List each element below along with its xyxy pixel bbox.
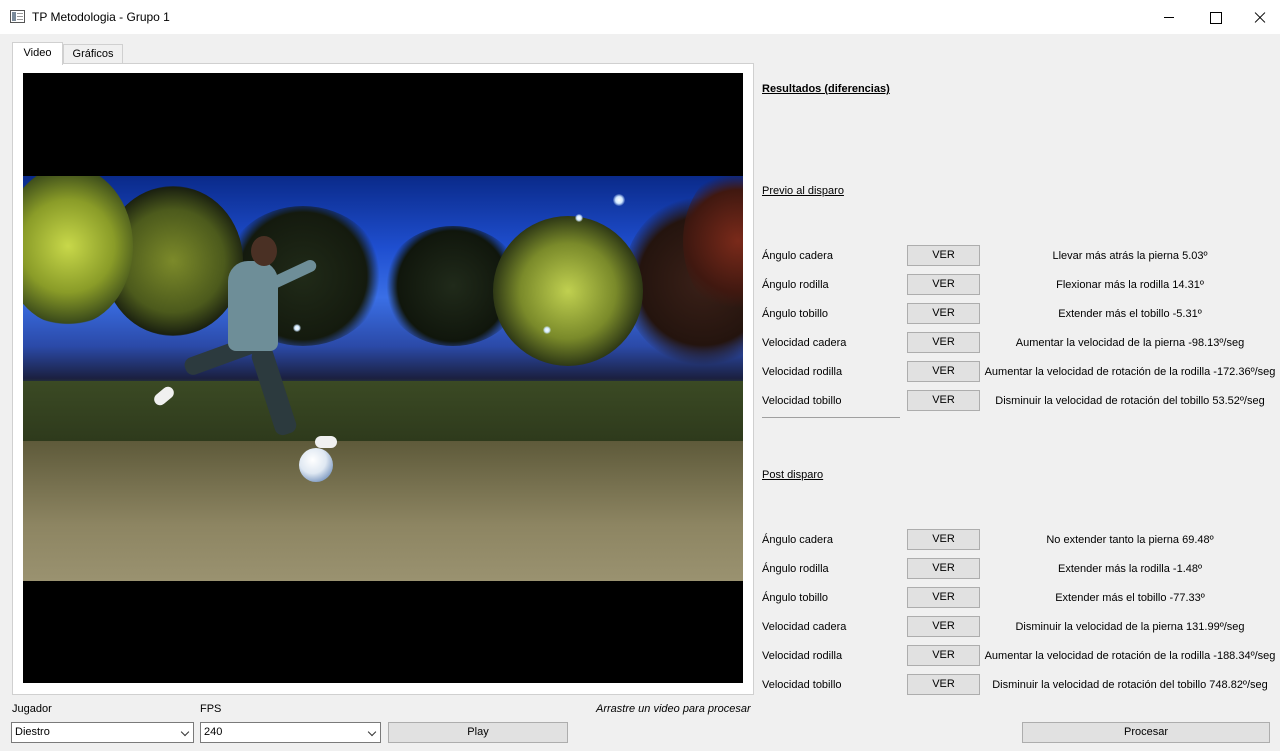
ver-button[interactable]: VER [907, 674, 980, 695]
post-row-result: Aumentar la velocidad de rotación de la … [984, 650, 1276, 662]
post-row-result: Disminuir la velocidad de la pierna 131.… [1015, 621, 1245, 633]
pre-row-result: Disminuir la velocidad de rotación del t… [995, 395, 1265, 407]
ver-button[interactable]: VER [907, 529, 980, 550]
pre-row-result: Flexionar más la rodilla 14.31º [1056, 279, 1204, 291]
ver-button[interactable]: VER [907, 558, 980, 579]
post-row-result: Extender más el tobillo -77.33º [1055, 592, 1205, 604]
window-title: TP Metodologia - Grupo 1 [32, 10, 170, 24]
post-row-label: Ángulo cadera [762, 534, 833, 546]
pre-row-result: Llevar más atrás la pierna 5.03º [1052, 250, 1208, 262]
section-divider [762, 417, 900, 418]
fps-select-value: 240 [204, 726, 223, 738]
pre-row-result: Aumentar la velocidad de rotación de la … [984, 366, 1276, 378]
section-title-post: Post disparo [762, 469, 824, 481]
jugador-label: Jugador [12, 703, 52, 715]
pre-row-label: Velocidad rodilla [762, 366, 843, 378]
video-frame-image [23, 176, 743, 581]
chevron-down-icon [367, 727, 377, 737]
fps-select[interactable]: 240 [200, 722, 381, 743]
post-row-label: Velocidad cadera [762, 621, 847, 633]
ver-button[interactable]: VER [907, 361, 980, 382]
post-row-result: Disminuir la velocidad de rotación del t… [992, 679, 1268, 691]
play-button[interactable]: Play [388, 722, 568, 743]
close-icon[interactable] [1238, 0, 1280, 34]
post-row-label: Ángulo tobillo [762, 592, 829, 604]
procesar-button[interactable]: Procesar [1022, 722, 1270, 743]
post-row-result: No extender tanto la pierna 69.48º [1046, 534, 1214, 546]
pre-row-result: Extender más el tobillo -5.31º [1058, 308, 1202, 320]
chevron-down-icon [180, 727, 190, 737]
pre-row-label: Velocidad tobillo [762, 395, 842, 407]
ver-button[interactable]: VER [907, 616, 980, 637]
drop-hint: Arrastre un video para procesar [596, 703, 751, 715]
post-row-result: Extender más la rodilla -1.48º [1057, 563, 1203, 575]
ver-button[interactable]: VER [907, 390, 980, 411]
fps-label: FPS [200, 703, 222, 715]
maximize-icon[interactable] [1192, 0, 1238, 34]
app-window-icon [10, 10, 25, 23]
ver-button[interactable]: VER [907, 645, 980, 666]
post-row-label: Ángulo rodilla [762, 563, 829, 575]
pre-row-label: Velocidad cadera [762, 337, 847, 349]
ver-button[interactable]: VER [907, 245, 980, 266]
pre-row-label: Ángulo cadera [762, 250, 833, 262]
results-title: Resultados (diferencias) [762, 83, 890, 95]
title-bar: TP Metodologia - Grupo 1 [0, 0, 1280, 34]
tab-video[interactable]: Video [12, 42, 63, 65]
ver-button[interactable]: VER [907, 274, 980, 295]
ver-button[interactable]: VER [907, 587, 980, 608]
tab-graficos[interactable]: Gráficos [63, 44, 123, 63]
pre-row-result: Aumentar la velocidad de la pierna -98.1… [1015, 337, 1245, 349]
post-row-label: Velocidad rodilla [762, 650, 843, 662]
ver-button[interactable]: VER [907, 303, 980, 324]
pre-row-label: Ángulo rodilla [762, 279, 829, 291]
section-title-pre: Previo al disparo [762, 185, 844, 197]
ver-button[interactable]: VER [907, 332, 980, 353]
post-row-label: Velocidad tobillo [762, 679, 842, 691]
pre-row-label: Ángulo tobillo [762, 308, 829, 320]
soccer-ball [299, 448, 333, 482]
minimize-icon[interactable] [1146, 0, 1192, 34]
jugador-select-value: Diestro [15, 726, 50, 738]
video-player[interactable] [23, 73, 743, 683]
jugador-select[interactable]: Diestro [11, 722, 194, 743]
